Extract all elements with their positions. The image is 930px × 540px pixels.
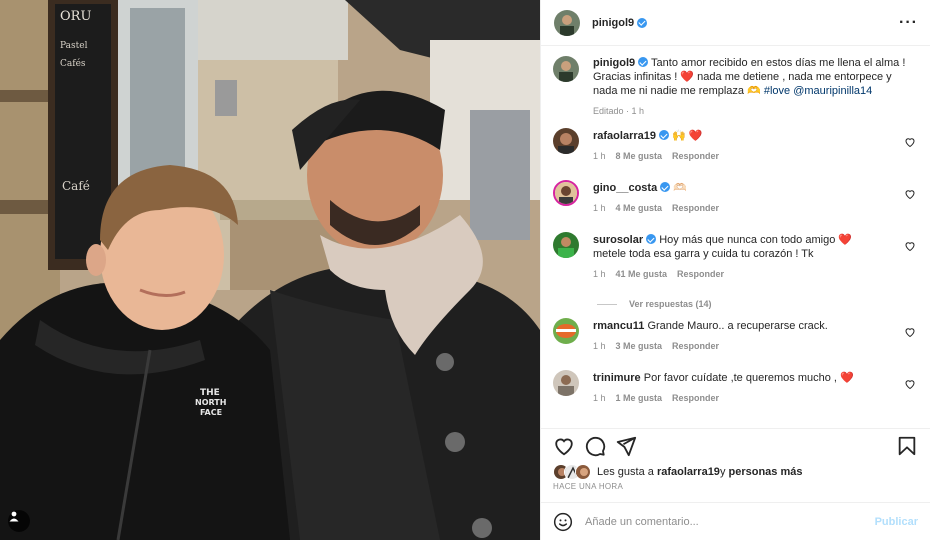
comment-username[interactable]: gino__costa bbox=[593, 182, 657, 194]
reply-button[interactable]: Responder bbox=[672, 341, 719, 351]
comment-meta: 1 h 3 Me gusta Responder bbox=[593, 339, 883, 353]
liker-avatar[interactable] bbox=[575, 464, 591, 480]
like-comment-heart-icon[interactable] bbox=[904, 188, 916, 200]
comment-username[interactable]: rmancu11 bbox=[593, 320, 644, 332]
svg-text:NORTH: NORTH bbox=[195, 398, 226, 407]
svg-text:THE: THE bbox=[200, 388, 220, 398]
reply-button[interactable]: Responder bbox=[672, 203, 719, 213]
caption-emoji-1: ❤️ bbox=[680, 71, 695, 83]
photo-image: ORU Pastel Cafés Café THE NORTH FACE bbox=[0, 0, 540, 540]
svg-text:Cafés: Cafés bbox=[60, 58, 86, 69]
comment-time[interactable]: 1 h bbox=[593, 269, 606, 279]
comment-text: 🫶🏻 bbox=[673, 182, 687, 194]
liked-by-middle: y bbox=[719, 466, 726, 478]
comment-likes[interactable]: 1 Me gusta bbox=[616, 393, 663, 403]
add-comment-bar: Publicar bbox=[541, 502, 930, 540]
comments-list[interactable]: pinigol9 Tanto amor recibido en estos dí… bbox=[541, 46, 930, 428]
comment-avatar[interactable] bbox=[553, 318, 579, 344]
comment-likes[interactable]: 8 Me gusta bbox=[616, 151, 663, 161]
share-send-icon[interactable] bbox=[615, 435, 637, 457]
post-modal: ORU Pastel Cafés Café THE NORTH FACE pin… bbox=[0, 0, 930, 540]
liked-by: Les gusta a rafaolarra19 y personas más bbox=[541, 462, 930, 482]
caption-meta: Editado · 1 h bbox=[593, 104, 918, 118]
comment-avatar[interactable] bbox=[553, 370, 579, 396]
comment-meta: 1 h 8 Me gusta Responder bbox=[593, 149, 883, 163]
svg-text:Café: Café bbox=[62, 179, 90, 193]
save-bookmark-icon[interactable] bbox=[896, 435, 918, 457]
post-timestamp[interactable]: HACE UNA HORA bbox=[541, 482, 930, 500]
mention-link[interactable]: @mauripinilla14 bbox=[793, 85, 872, 97]
comment-avatar[interactable] bbox=[553, 180, 579, 206]
comment-meta: 1 h 4 Me gusta Responder bbox=[593, 201, 883, 215]
reply-button[interactable]: Responder bbox=[672, 151, 719, 161]
view-replies-label: Ver respuestas (14) bbox=[629, 299, 712, 309]
author-username[interactable]: pinigol9 bbox=[592, 17, 634, 29]
comment-time[interactable]: 1 h bbox=[593, 203, 606, 213]
post-side-panel: pinigol9 ··· pinigol9 Tanto amor recibid… bbox=[540, 0, 930, 540]
liked-by-others[interactable]: personas más bbox=[729, 466, 803, 478]
replies-divider bbox=[597, 303, 617, 305]
like-comment-heart-icon[interactable] bbox=[904, 240, 916, 252]
comment-meta: 1 h 41 Me gusta Responder bbox=[593, 267, 883, 281]
comment-icon[interactable] bbox=[584, 435, 606, 457]
liked-by-prefix: Les gusta a bbox=[597, 466, 654, 478]
comment-meta: 1 h 1 Me gusta Responder bbox=[593, 391, 883, 405]
comment-username[interactable]: rafaolarra19 bbox=[593, 130, 656, 142]
post-caption: pinigol9 Tanto amor recibido en estos dí… bbox=[553, 56, 918, 128]
publish-button[interactable]: Publicar bbox=[875, 516, 918, 528]
comment-avatar[interactable] bbox=[553, 232, 579, 258]
more-horizontal-icon[interactable]: ··· bbox=[899, 14, 918, 30]
comment-likes[interactable]: 41 Me gusta bbox=[616, 269, 668, 279]
like-comment-heart-icon[interactable] bbox=[904, 378, 916, 390]
liked-by-user[interactable]: rafaolarra19 bbox=[657, 466, 720, 478]
svg-text:Pastel: Pastel bbox=[60, 41, 88, 51]
author-avatar[interactable] bbox=[554, 9, 580, 36]
verified-badge-icon bbox=[660, 182, 671, 192]
verified-badge-icon bbox=[638, 57, 649, 67]
comment-item: surosolar Hoy más que nunca con todo ami… bbox=[553, 232, 918, 298]
comment-text: Por favor cuídate ,te queremos mucho , ❤… bbox=[643, 372, 854, 384]
comment-text: Grande Mauro.. a recuperarse crack. bbox=[647, 320, 828, 332]
comment-input[interactable] bbox=[585, 515, 875, 528]
verified-badge-icon bbox=[637, 17, 648, 28]
reply-button[interactable]: Responder bbox=[677, 269, 724, 279]
comment-username[interactable]: surosolar bbox=[593, 234, 643, 246]
like-comment-heart-icon[interactable] bbox=[904, 326, 916, 338]
comment-item: gino__costa 🫶🏻 1 h 4 Me gusta Responder bbox=[553, 180, 918, 232]
svg-text:ORU: ORU bbox=[60, 9, 91, 24]
comment-avatar[interactable] bbox=[553, 128, 579, 154]
caption-avatar[interactable] bbox=[553, 56, 579, 82]
user-tag-icon[interactable] bbox=[8, 510, 30, 532]
caption-edited: Editado · 1 h bbox=[593, 106, 645, 116]
comment-username[interactable]: trinimure bbox=[593, 372, 641, 384]
reply-button[interactable]: Responder bbox=[672, 393, 719, 403]
svg-text:FACE: FACE bbox=[200, 408, 222, 417]
comment-likes[interactable]: 3 Me gusta bbox=[616, 341, 663, 351]
comment-time[interactable]: 1 h bbox=[593, 393, 606, 403]
comment-text: 🙌 ❤️ bbox=[672, 130, 703, 142]
comment-item: trinimure Por favor cuídate ,te queremos… bbox=[553, 370, 918, 422]
hashtag-link[interactable]: #love bbox=[764, 85, 790, 97]
liked-by-avatars[interactable] bbox=[553, 464, 591, 480]
comment-time[interactable]: 1 h bbox=[593, 151, 606, 161]
comment-time[interactable]: 1 h bbox=[593, 341, 606, 351]
like-comment-heart-icon[interactable] bbox=[904, 136, 916, 148]
post-actions bbox=[541, 428, 930, 462]
comment-likes[interactable]: 4 Me gusta bbox=[616, 203, 663, 213]
verified-badge-icon bbox=[659, 130, 669, 140]
emoji-icon[interactable] bbox=[553, 512, 573, 532]
like-heart-icon[interactable] bbox=[553, 435, 575, 457]
verified-badge-icon bbox=[646, 234, 657, 244]
post-photo[interactable]: ORU Pastel Cafés Café THE NORTH FACE bbox=[0, 0, 540, 540]
caption-emoji-2: 🫶 bbox=[747, 85, 761, 97]
comment-item: rmancu11 Grande Mauro.. a recuperarse cr… bbox=[553, 318, 918, 370]
caption-username[interactable]: pinigol9 bbox=[593, 57, 635, 69]
comment-item: rafaolarra19 🙌 ❤️ 1 h 8 Me gusta Responder bbox=[553, 128, 918, 180]
post-header: pinigol9 ··· bbox=[541, 0, 930, 46]
